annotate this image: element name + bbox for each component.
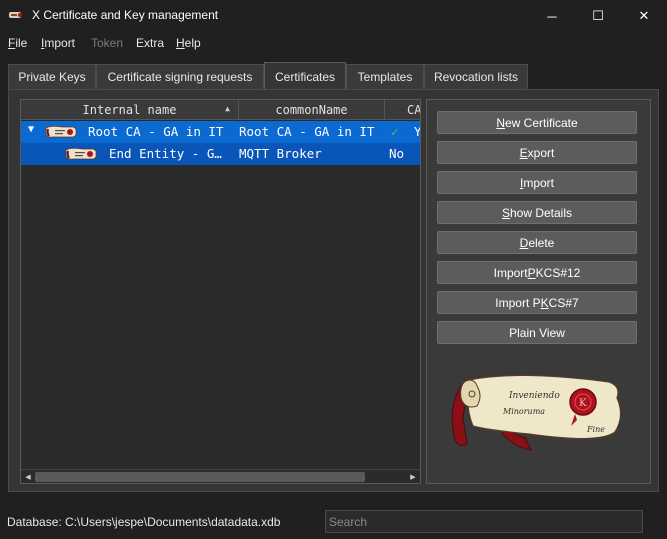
tab-templates[interactable]: Templates: [346, 64, 424, 89]
scroll-logo-image: Inveniendo Minoruma Fine K: [451, 374, 622, 451]
minimize-button[interactable]: ─: [529, 0, 575, 32]
tree-row-end-entity[interactable]: End Entity - G… MQTT Broker No: [21, 143, 420, 165]
close-button[interactable]: ✕: [621, 0, 667, 32]
tab-revocation-lists[interactable]: Revocation lists: [424, 64, 528, 89]
maximize-button[interactable]: ☐: [575, 0, 621, 32]
import-button[interactable]: Import: [437, 171, 637, 194]
close-icon: ✕: [638, 8, 650, 23]
search-input[interactable]: [325, 510, 643, 533]
menu-import[interactable]: Import: [41, 36, 75, 50]
menu-bar: File Import Token Extra Help: [0, 32, 667, 54]
menu-extra[interactable]: Extra: [136, 36, 164, 50]
certificate-tree[interactable]: Internal name ▲ commonName CA ▼ Root CA …: [20, 99, 421, 484]
check-icon: ✓: [391, 124, 399, 139]
import-pkcs12-button[interactable]: Import P KCS#12: [437, 261, 637, 284]
certificates-panel: Internal name ▲ commonName CA ▼ Root CA …: [8, 89, 659, 492]
new-certificate-button[interactable]: New Certificate: [437, 111, 637, 134]
scroll-left-icon[interactable]: ◀: [21, 471, 35, 483]
scroll-text-line2: Minoruma: [502, 407, 545, 416]
tab-csr[interactable]: Certificate signing requests: [96, 64, 264, 89]
plain-view-button[interactable]: Plain View: [437, 321, 637, 344]
cell-common-name: Root CA - GA in IT: [239, 124, 375, 139]
cell-ca-overflow: Y: [414, 124, 420, 139]
tree-row-root-ca[interactable]: ▼ Root CA - GA in IT Root CA - GA in IT …: [21, 121, 420, 143]
menu-help[interactable]: Help: [176, 36, 201, 50]
cell-common-name: MQTT Broker: [239, 146, 322, 161]
sort-ascending-icon: ▲: [225, 104, 230, 113]
scrollbar-thumb[interactable]: [35, 472, 365, 482]
column-common-name[interactable]: commonName: [239, 100, 385, 120]
delete-button[interactable]: Delete: [437, 231, 637, 254]
collapse-icon[interactable]: ▼: [28, 124, 34, 135]
menu-file[interactable]: File: [8, 36, 27, 50]
show-details-button[interactable]: Show Details: [437, 201, 637, 224]
menu-token[interactable]: Token: [91, 36, 123, 50]
scroll-right-icon[interactable]: ▶: [406, 471, 420, 483]
seal-text: K: [579, 398, 587, 409]
tree-header: Internal name ▲ commonName CA: [21, 100, 420, 120]
tab-private-keys[interactable]: Private Keys: [8, 64, 96, 89]
cell-internal-name: End Entity - G…: [109, 146, 222, 161]
cell-internal-name: Root CA - GA in IT: [88, 124, 224, 139]
app-icon: [9, 12, 22, 18]
certificate-icon: [65, 147, 97, 160]
window-title: X Certificate and Key management: [32, 8, 219, 22]
export-button[interactable]: Export: [437, 141, 637, 164]
minimize-icon: ─: [547, 8, 557, 24]
tab-certificates[interactable]: Certificates: [264, 62, 346, 90]
certificate-icon: [45, 125, 77, 138]
scroll-text-line1: Inveniendo: [508, 391, 560, 401]
scroll-text-line3: Fine: [586, 425, 605, 434]
maximize-icon: ☐: [592, 8, 604, 23]
scrollbar-track[interactable]: [35, 472, 405, 482]
import-pkcs7-button[interactable]: Import P K CS#7: [437, 291, 637, 314]
action-button-panel: New Certificate Export Import Show Detai…: [426, 99, 651, 484]
status-bar: Database: C:\Users\jespe\Documents\datad…: [0, 506, 667, 539]
column-internal-name[interactable]: Internal name ▲: [21, 100, 239, 120]
horizontal-scrollbar[interactable]: ◀ ▶: [21, 469, 420, 483]
database-path: Database: C:\Users\jespe\Documents\datad…: [7, 515, 281, 529]
column-ca[interactable]: CA: [385, 100, 420, 120]
cell-ca: No: [389, 146, 405, 161]
title-bar: X Certificate and Key management ─ ☐ ✕: [0, 0, 667, 32]
